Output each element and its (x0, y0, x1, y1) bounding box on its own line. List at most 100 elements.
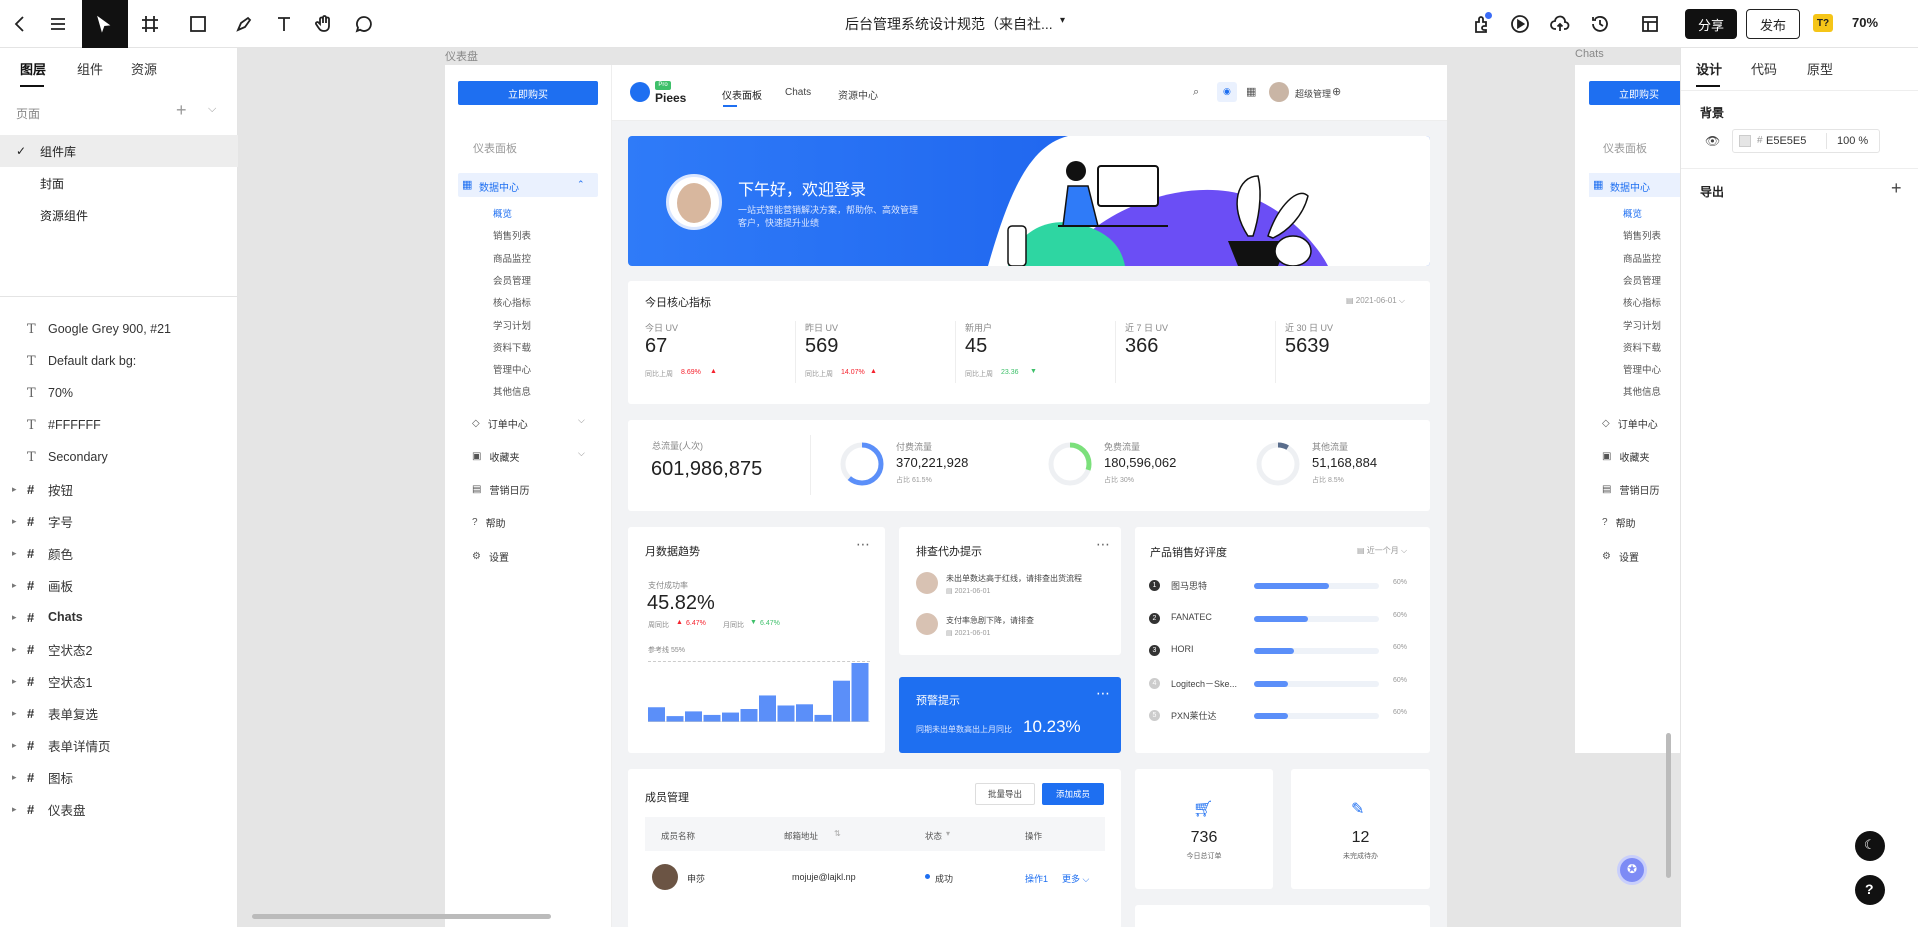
submenu-item[interactable]: 商品监控 (493, 251, 531, 265)
expand-caret-icon[interactable]: ▸ (12, 580, 17, 591)
menu-settings[interactable]: ⚙ 设置 (472, 549, 509, 564)
buy-now-button[interactable]: 立即购买 (1589, 81, 1681, 105)
history-icon[interactable] (1588, 12, 1612, 36)
submenu-item[interactable]: 学习计划 (1623, 318, 1661, 332)
submenu-item[interactable]: 核心指标 (1623, 295, 1661, 309)
layer-item[interactable]: ▸ # Chats (0, 601, 238, 633)
submenu-item[interactable]: 会员管理 (1623, 273, 1661, 287)
layer-item[interactable]: T Google Grey 900, #21 (0, 313, 238, 345)
rank-row[interactable]: 3 HORI 60% (1149, 644, 1409, 660)
tab-assets[interactable]: 资源 (131, 59, 157, 78)
color-hex[interactable]: E5E5E5 (1766, 135, 1806, 147)
layout-icon[interactable] (1638, 12, 1662, 36)
todo-text[interactable]: 支付率急剧下降，请排查 (946, 615, 1034, 626)
expand-caret-icon[interactable]: ▸ (12, 740, 17, 751)
chevron-down-icon[interactable]: ⌵ (578, 415, 585, 426)
submenu-item[interactable]: 销售列表 (1623, 228, 1661, 242)
layer-item[interactable]: ▸ # 空状态1 (0, 665, 238, 697)
submenu-item[interactable]: 管理中心 (1623, 362, 1661, 376)
expand-caret-icon[interactable]: ▸ (12, 804, 17, 815)
user-name[interactable]: 超级管理 (1295, 87, 1331, 100)
menu-data-center[interactable]: ▦ 数据中心 ⌃ (458, 173, 598, 197)
menu-data-center[interactable]: ▦ 数据中心 (1589, 173, 1681, 197)
help-badge[interactable]: T? (1813, 14, 1833, 32)
upload-cloud-icon[interactable] (1548, 12, 1572, 36)
language-icon[interactable]: ⊕ (1332, 85, 1341, 98)
expand-caret-icon[interactable]: ▸ (12, 708, 17, 719)
menu-calendar[interactable]: ▤ 营销日历 (472, 482, 529, 497)
date-picker[interactable]: ▤ 2021-06-01 ⌵ (1346, 296, 1405, 306)
operation-link[interactable]: 操作1 (1025, 872, 1048, 885)
pen-tool-icon[interactable] (232, 12, 256, 36)
layer-item[interactable]: ▸ # 字号 (0, 505, 238, 537)
rank-row[interactable]: 4 Logitech－Ske... 60% (1149, 677, 1409, 693)
title-chevron-down-icon[interactable]: ▾ (1060, 15, 1065, 26)
menu-icon[interactable] (46, 12, 70, 36)
collapse-pages-icon[interactable]: ⌵ (208, 103, 216, 116)
search-icon[interactable]: ⌕ (1193, 86, 1199, 99)
layer-item[interactable]: T #FFFFFF (0, 409, 238, 441)
layer-item[interactable]: ▸ # 仪表盘 (0, 793, 238, 825)
expand-caret-icon[interactable]: ▸ (12, 484, 17, 495)
comment-tool-icon[interactable] (352, 12, 376, 36)
submenu-item[interactable]: 概览 (1623, 206, 1642, 220)
horizontal-scrollbar[interactable] (252, 914, 551, 919)
nav-chats[interactable]: Chats (785, 87, 811, 98)
more-icon[interactable]: ⋯ (1096, 685, 1110, 702)
menu-help[interactable]: ? 帮助 (1602, 515, 1636, 530)
submenu-item[interactable]: 资料下载 (493, 340, 531, 354)
menu-calendar[interactable]: ▤ 营销日历 (1602, 482, 1659, 497)
nav-dashboard[interactable]: 仪表面板 (722, 87, 762, 102)
background-color-field[interactable]: # E5E5E5 100 % (1732, 129, 1880, 153)
avatar[interactable] (1269, 82, 1289, 102)
more-link[interactable]: 更多 ⌵ (1062, 872, 1089, 885)
dark-mode-button[interactable]: ☾ (1855, 831, 1885, 861)
submenu-item[interactable]: 销售列表 (493, 228, 531, 242)
submenu-item[interactable]: 概览 (493, 206, 512, 220)
play-icon[interactable] (1508, 12, 1532, 36)
todo-text[interactable]: 未出单数达高于红线，请排查出货流程 (946, 573, 1082, 584)
layer-item[interactable]: ▸ # 按钮 (0, 473, 238, 505)
layer-item[interactable]: T 70% (0, 377, 238, 409)
rank-row[interactable]: 1 图马思特 60% (1149, 579, 1409, 595)
help-button[interactable]: ? (1855, 875, 1885, 905)
layer-item[interactable]: T Secondary (0, 441, 238, 473)
color-swatch[interactable] (1739, 135, 1751, 147)
move-tool-button[interactable] (82, 0, 128, 48)
submenu-item[interactable]: 其他信息 (493, 384, 531, 398)
tab-prototype[interactable]: 原型 (1807, 59, 1833, 78)
expand-caret-icon[interactable]: ▸ (12, 644, 17, 655)
share-button[interactable]: 分享 (1685, 9, 1737, 39)
submenu-item[interactable]: 资料下载 (1623, 340, 1661, 354)
dashboard-frame[interactable]: 立即购买 仪表面板 ▦ 数据中心 ⌃ 概览 销售列表 商品监控 会员管理 核心指标 学习计… (445, 65, 1447, 927)
menu-favorites[interactable]: ▣ 收藏夹 (1602, 449, 1649, 464)
shape-tool-icon[interactable] (186, 12, 210, 36)
expand-caret-icon[interactable]: ▸ (12, 548, 17, 559)
layer-item[interactable]: ▸ # 表单详情页 (0, 729, 238, 761)
add-page-icon[interactable]: + (176, 100, 187, 121)
back-icon[interactable] (8, 12, 32, 36)
document-title[interactable]: 后台管理系统设计规范（来自社... (845, 14, 1053, 34)
assistant-float-button[interactable]: ✪ (1617, 855, 1647, 885)
filter-icon[interactable]: ▾ (946, 829, 950, 838)
rank-row[interactable]: 5 PXN莱仕达 60% (1149, 709, 1409, 725)
hand-tool-icon[interactable] (312, 12, 336, 36)
tab-code[interactable]: 代码 (1751, 59, 1777, 78)
page-item[interactable]: 资源组件 (0, 199, 238, 231)
table-row[interactable]: 申莎 mojuje@lajkl.np 成功 操作1 更多 ⌵ (645, 855, 1105, 897)
text-tool-icon[interactable] (272, 12, 296, 36)
menu-favorites[interactable]: ▣ 收藏夹 (472, 449, 519, 464)
tab-layers[interactable]: 图层 (20, 59, 46, 78)
add-member-button[interactable]: 添加成员 (1042, 783, 1104, 805)
expand-caret-icon[interactable]: ▸ (12, 612, 17, 623)
tab-components[interactable]: 组件 (77, 59, 103, 78)
add-export-icon[interactable]: + (1891, 178, 1902, 199)
layer-item[interactable]: ▸ # 空状态2 (0, 633, 238, 665)
theme-icon[interactable]: ◉ (1217, 82, 1237, 102)
layer-item[interactable]: ▸ # 图标 (0, 761, 238, 793)
zoom-level[interactable]: 70% (1852, 15, 1878, 30)
submenu-item[interactable]: 会员管理 (493, 273, 531, 287)
submenu-item[interactable]: 其他信息 (1623, 384, 1661, 398)
frame-label[interactable]: 仪表盘 (445, 48, 478, 64)
color-opacity[interactable]: 100 % (1837, 135, 1868, 147)
